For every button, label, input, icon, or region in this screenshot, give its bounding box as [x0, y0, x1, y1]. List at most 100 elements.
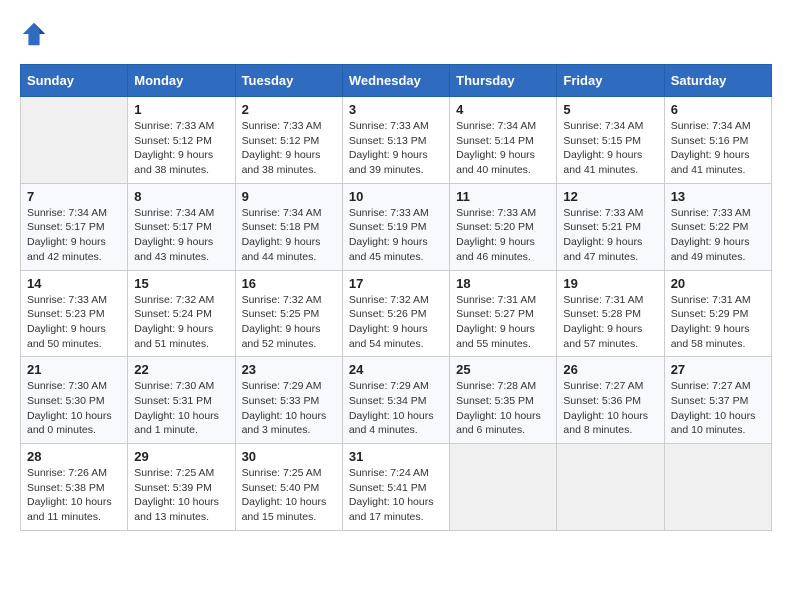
calendar-row: 1Sunrise: 7:33 AM Sunset: 5:12 PM Daylig… [21, 97, 772, 184]
day-number: 17 [349, 276, 443, 291]
day-info: Sunrise: 7:33 AM Sunset: 5:12 PM Dayligh… [242, 119, 336, 178]
day-info: Sunrise: 7:33 AM Sunset: 5:13 PM Dayligh… [349, 119, 443, 178]
weekday-header: Sunday [21, 65, 128, 97]
day-info: Sunrise: 7:28 AM Sunset: 5:35 PM Dayligh… [456, 379, 550, 438]
day-info: Sunrise: 7:33 AM Sunset: 5:20 PM Dayligh… [456, 206, 550, 265]
day-number: 20 [671, 276, 765, 291]
day-number: 10 [349, 189, 443, 204]
day-number: 29 [134, 449, 228, 464]
day-number: 11 [456, 189, 550, 204]
calendar-table: SundayMondayTuesdayWednesdayThursdayFrid… [20, 64, 772, 531]
day-info: Sunrise: 7:34 AM Sunset: 5:17 PM Dayligh… [134, 206, 228, 265]
day-info: Sunrise: 7:32 AM Sunset: 5:26 PM Dayligh… [349, 293, 443, 352]
calendar-cell [557, 444, 664, 531]
day-number: 14 [27, 276, 121, 291]
day-number: 21 [27, 362, 121, 377]
day-number: 13 [671, 189, 765, 204]
calendar-cell: 29 Sunrise: 7:25 AM Sunset: 5:39 PM Dayli… [128, 444, 235, 531]
calendar-cell: 20 Sunrise: 7:31 AM Sunset: 5:29 PM Dayli… [664, 270, 771, 357]
day-number: 12 [563, 189, 657, 204]
calendar-cell: 22 Sunrise: 7:30 AM Sunset: 5:31 PM Dayli… [128, 357, 235, 444]
calendar-cell: 10Sunrise: 7:33 AM Sunset: 5:19 PM Dayli… [342, 183, 449, 270]
day-number: 19 [563, 276, 657, 291]
day-number: 9 [242, 189, 336, 204]
day-info: Sunrise: 7:32 AM Sunset: 5:24 PM Dayligh… [134, 293, 228, 352]
day-number: 25 [456, 362, 550, 377]
calendar-cell: 30 Sunrise: 7:25 AM Sunset: 5:40 PM Dayli… [235, 444, 342, 531]
page-header [20, 20, 772, 48]
calendar-cell: 19 Sunrise: 7:31 AM Sunset: 5:28 PM Dayli… [557, 270, 664, 357]
day-number: 31 [349, 449, 443, 464]
calendar-cell: 2 Sunrise: 7:33 AM Sunset: 5:12 PM Daylig… [235, 97, 342, 184]
calendar-cell: 3 Sunrise: 7:33 AM Sunset: 5:13 PM Daylig… [342, 97, 449, 184]
calendar-cell: 13 Sunrise: 7:33 AM Sunset: 5:22 PM Dayli… [664, 183, 771, 270]
calendar-cell: 16 Sunrise: 7:32 AM Sunset: 5:25 PM Dayli… [235, 270, 342, 357]
day-number: 6 [671, 102, 765, 117]
day-number: 24 [349, 362, 443, 377]
logo-icon [20, 20, 48, 48]
calendar-cell: 25 Sunrise: 7:28 AM Sunset: 5:35 PM Dayli… [450, 357, 557, 444]
day-info: Sunrise: 7:34 AM Sunset: 5:18 PM Dayligh… [242, 206, 336, 265]
day-number: 23 [242, 362, 336, 377]
day-number: 16 [242, 276, 336, 291]
day-info: Sunrise: 7:31 AM Sunset: 5:28 PM Dayligh… [563, 293, 657, 352]
weekday-header: Monday [128, 65, 235, 97]
day-number: 18 [456, 276, 550, 291]
day-info: Sunrise: 7:25 AM Sunset: 5:39 PM Dayligh… [134, 466, 228, 525]
day-number: 15 [134, 276, 228, 291]
day-number: 3 [349, 102, 443, 117]
calendar-cell: 4 Sunrise: 7:34 AM Sunset: 5:14 PM Daylig… [450, 97, 557, 184]
calendar-cell: 23Sunrise: 7:29 AM Sunset: 5:33 PM Dayli… [235, 357, 342, 444]
day-info: Sunrise: 7:34 AM Sunset: 5:14 PM Dayligh… [456, 119, 550, 178]
day-number: 8 [134, 189, 228, 204]
day-info: Sunrise: 7:31 AM Sunset: 5:27 PM Dayligh… [456, 293, 550, 352]
calendar-cell: 1Sunrise: 7:33 AM Sunset: 5:12 PM Daylig… [128, 97, 235, 184]
calendar-cell: 26 Sunrise: 7:27 AM Sunset: 5:36 PM Dayli… [557, 357, 664, 444]
day-info: Sunrise: 7:27 AM Sunset: 5:36 PM Dayligh… [563, 379, 657, 438]
calendar-cell: 6 Sunrise: 7:34 AM Sunset: 5:16 PM Daylig… [664, 97, 771, 184]
calendar-cell: 21Sunrise: 7:30 AM Sunset: 5:30 PM Dayli… [21, 357, 128, 444]
calendar-cell: 15 Sunrise: 7:32 AM Sunset: 5:24 PM Dayli… [128, 270, 235, 357]
day-info: Sunrise: 7:34 AM Sunset: 5:16 PM Dayligh… [671, 119, 765, 178]
day-number: 22 [134, 362, 228, 377]
day-number: 28 [27, 449, 121, 464]
day-info: Sunrise: 7:32 AM Sunset: 5:25 PM Dayligh… [242, 293, 336, 352]
day-info: Sunrise: 7:26 AM Sunset: 5:38 PM Dayligh… [27, 466, 121, 525]
day-info: Sunrise: 7:33 AM Sunset: 5:22 PM Dayligh… [671, 206, 765, 265]
calendar-cell: 17 Sunrise: 7:32 AM Sunset: 5:26 PM Dayli… [342, 270, 449, 357]
calendar-cell: 12 Sunrise: 7:33 AM Sunset: 5:21 PM Dayli… [557, 183, 664, 270]
day-number: 5 [563, 102, 657, 117]
weekday-header: Friday [557, 65, 664, 97]
day-number: 2 [242, 102, 336, 117]
calendar-cell [450, 444, 557, 531]
calendar-row: 7 Sunrise: 7:34 AM Sunset: 5:17 PM Daylig… [21, 183, 772, 270]
calendar-header: SundayMondayTuesdayWednesdayThursdayFrid… [21, 65, 772, 97]
calendar-cell: 7 Sunrise: 7:34 AM Sunset: 5:17 PM Daylig… [21, 183, 128, 270]
weekday-header: Tuesday [235, 65, 342, 97]
calendar-cell [664, 444, 771, 531]
calendar-cell: 14 Sunrise: 7:33 AM Sunset: 5:23 PM Dayli… [21, 270, 128, 357]
day-info: Sunrise: 7:31 AM Sunset: 5:29 PM Dayligh… [671, 293, 765, 352]
calendar-cell: 28 Sunrise: 7:26 AM Sunset: 5:38 PM Dayli… [21, 444, 128, 531]
day-info: Sunrise: 7:30 AM Sunset: 5:31 PM Dayligh… [134, 379, 228, 438]
weekday-header: Wednesday [342, 65, 449, 97]
day-number: 26 [563, 362, 657, 377]
day-info: Sunrise: 7:33 AM Sunset: 5:21 PM Dayligh… [563, 206, 657, 265]
day-number: 30 [242, 449, 336, 464]
calendar-cell: 27 Sunrise: 7:27 AM Sunset: 5:37 PM Dayli… [664, 357, 771, 444]
day-info: Sunrise: 7:33 AM Sunset: 5:23 PM Dayligh… [27, 293, 121, 352]
day-info: Sunrise: 7:25 AM Sunset: 5:40 PM Dayligh… [242, 466, 336, 525]
day-info: Sunrise: 7:24 AM Sunset: 5:41 PM Dayligh… [349, 466, 443, 525]
calendar-cell: 5Sunrise: 7:34 AM Sunset: 5:15 PM Daylig… [557, 97, 664, 184]
calendar-row: 21Sunrise: 7:30 AM Sunset: 5:30 PM Dayli… [21, 357, 772, 444]
day-info: Sunrise: 7:34 AM Sunset: 5:17 PM Dayligh… [27, 206, 121, 265]
day-number: 7 [27, 189, 121, 204]
calendar-row: 14 Sunrise: 7:33 AM Sunset: 5:23 PM Dayli… [21, 270, 772, 357]
calendar-cell: 24 Sunrise: 7:29 AM Sunset: 5:34 PM Dayli… [342, 357, 449, 444]
calendar-cell: 11 Sunrise: 7:33 AM Sunset: 5:20 PM Dayli… [450, 183, 557, 270]
day-number: 4 [456, 102, 550, 117]
day-info: Sunrise: 7:27 AM Sunset: 5:37 PM Dayligh… [671, 379, 765, 438]
day-number: 27 [671, 362, 765, 377]
weekday-header: Saturday [664, 65, 771, 97]
day-info: Sunrise: 7:29 AM Sunset: 5:34 PM Dayligh… [349, 379, 443, 438]
